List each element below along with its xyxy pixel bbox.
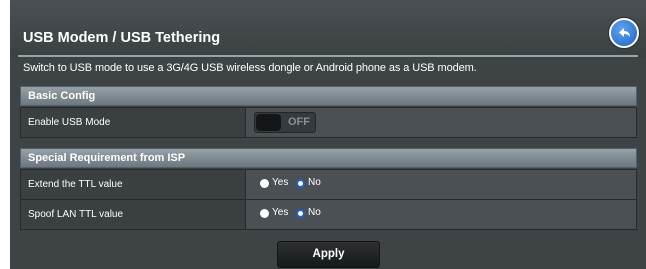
section-isp-requirements: Special Requirement from ISP: [20, 148, 637, 168]
extend-ttl-yes-radio[interactable]: [260, 179, 269, 188]
spoof-lan-ttl-label: Spoof LAN TTL value: [21, 200, 246, 229]
spoof-lan-ttl-no-label[interactable]: No: [308, 207, 321, 218]
row-enable-usb-mode: Enable USB Mode OFF: [20, 107, 637, 138]
row-extend-ttl: Extend the TTL value Yes No: [20, 169, 637, 200]
spoof-lan-ttl-yes-radio[interactable]: [260, 209, 269, 218]
spoof-lan-ttl-no-radio[interactable]: [296, 209, 305, 218]
extend-ttl-no-label[interactable]: No: [308, 177, 321, 188]
page-title: USB Modem / USB Tethering: [23, 30, 221, 46]
apply-button[interactable]: Apply: [277, 241, 380, 268]
section-basic-config: Basic Config: [20, 86, 637, 106]
settings-panel: USB Modem / USB Tethering Switch to USB …: [10, 0, 646, 269]
header-divider: [18, 55, 638, 57]
extend-ttl-label: Extend the TTL value: [21, 170, 246, 199]
back-button[interactable]: [609, 18, 639, 48]
toggle-knob: [256, 114, 281, 131]
row-spoof-lan-ttl: Spoof LAN TTL value Yes No: [20, 199, 637, 230]
spoof-lan-ttl-yes-label[interactable]: Yes: [272, 207, 288, 218]
toggle-state-text: OFF: [288, 116, 310, 128]
extend-ttl-no-radio[interactable]: [296, 179, 305, 188]
page-description: Switch to USB mode to use a 3G/4G USB wi…: [23, 62, 477, 74]
enable-usb-mode-label: Enable USB Mode: [21, 108, 246, 137]
enable-usb-mode-toggle[interactable]: OFF: [254, 112, 316, 133]
back-arrow-icon: [619, 28, 630, 38]
extend-ttl-yes-label[interactable]: Yes: [272, 177, 288, 188]
